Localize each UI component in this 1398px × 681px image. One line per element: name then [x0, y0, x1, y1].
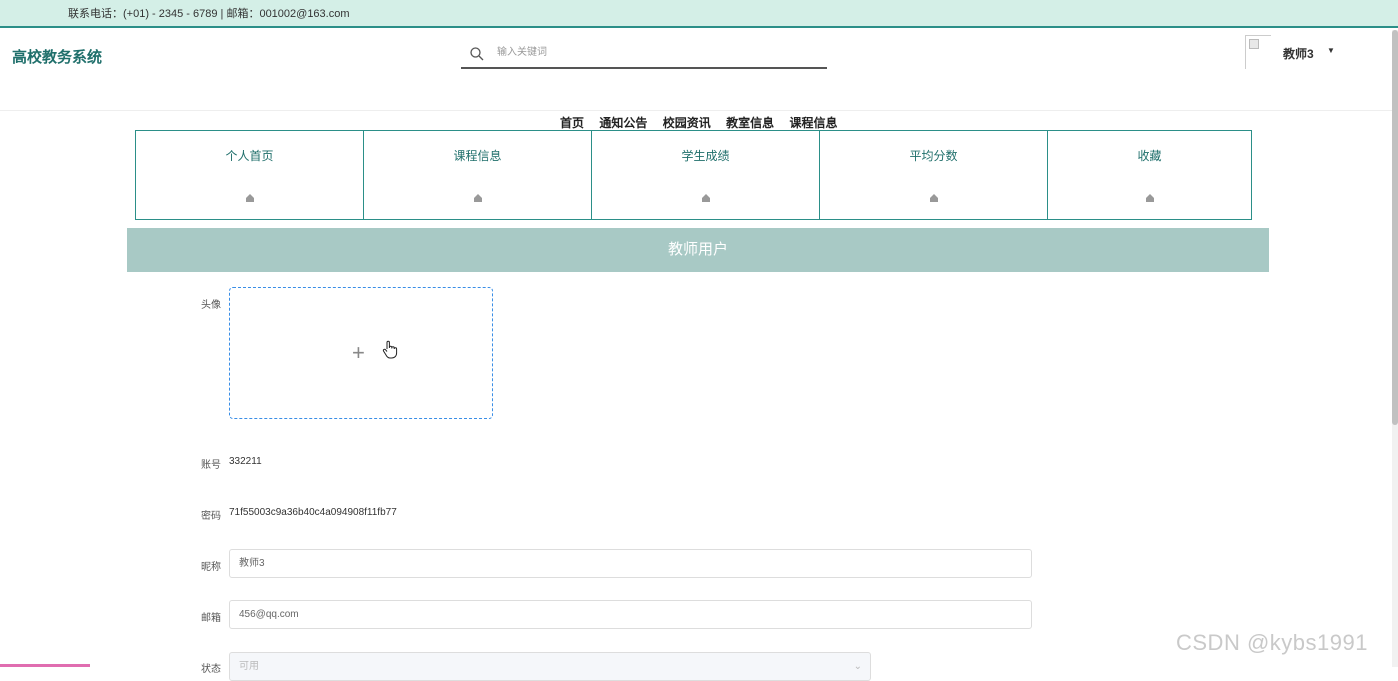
email-label: 邮箱 — [201, 613, 221, 624]
tab-average-score[interactable]: 平均分数 — [819, 130, 1048, 220]
tab-label: 平均分数 — [909, 149, 958, 163]
avatar-upload[interactable]: + — [229, 287, 493, 419]
email-input[interactable]: 456@qq.com — [229, 600, 1032, 629]
search-input[interactable] — [495, 46, 799, 59]
home-icon — [473, 194, 482, 202]
nav-item-notices[interactable]: 通知公告 — [599, 114, 647, 131]
password-label: 密码 — [201, 511, 221, 522]
nav-item-news[interactable]: 校园资讯 — [663, 114, 711, 131]
search-bar — [461, 42, 827, 69]
tab-label: 收藏 — [1137, 149, 1162, 163]
chevron-down-icon[interactable]: ▼ — [1327, 46, 1335, 55]
avatar[interactable] — [1245, 35, 1271, 69]
tab-student-grades[interactable]: 学生成绩 — [591, 130, 820, 220]
page-title: 教师用户 — [127, 228, 1269, 272]
scrollbar-thumb[interactable] — [1392, 30, 1398, 425]
site-logo[interactable]: 高校教务系统 — [12, 46, 102, 67]
nickname-input[interactable]: 教师3 — [229, 549, 1032, 578]
plus-icon: + — [352, 340, 365, 365]
home-icon — [245, 194, 254, 202]
center-tabs: 个人首页 课程信息 学生成绩 平均分数 收藏 — [135, 130, 1252, 220]
header: 高校教务系统 教师3 ▼ 首页 通知公告 校园资讯 教室信息 课程信息 — [0, 30, 1398, 130]
tab-personal-home[interactable]: 个人首页 — [135, 130, 364, 220]
nickname-label: 昵称 — [201, 562, 221, 573]
nav-item-home[interactable]: 首页 — [560, 114, 584, 131]
account-value: 332211 — [229, 456, 262, 467]
tab-course-info[interactable]: 课程信息 — [363, 130, 592, 220]
home-icon — [1145, 194, 1154, 202]
watermark: CSDN @kybs1991 — [1176, 630, 1368, 655]
home-icon — [929, 194, 938, 202]
tab-label: 课程信息 — [453, 149, 502, 163]
tab-label: 个人首页 — [225, 149, 274, 163]
password-value: 71f55003c9a36b40c4a094908f11fb77 — [229, 507, 397, 518]
nav-item-classrooms[interactable]: 教室信息 — [726, 114, 774, 131]
status-label: 状态 — [201, 664, 221, 675]
contact-info: 联系电话：(+01) - 2345 - 6789 | 邮箱：001002@163… — [68, 8, 350, 20]
scrollbar[interactable] — [1392, 30, 1398, 667]
avatar-label: 头像 — [201, 300, 221, 311]
nav-item-courses[interactable]: 课程信息 — [789, 114, 837, 131]
user-name[interactable]: 教师3 — [1283, 45, 1314, 62]
hand-cursor-icon — [382, 340, 398, 359]
tab-label: 学生成绩 — [681, 149, 730, 163]
top-contact-bar: 联系电话：(+01) - 2345 - 6789 | 邮箱：001002@163… — [0, 0, 1398, 28]
search-icon[interactable] — [469, 46, 485, 62]
account-label: 账号 — [201, 460, 221, 471]
home-icon — [701, 194, 710, 202]
tab-favorites[interactable]: 收藏 — [1047, 130, 1252, 220]
